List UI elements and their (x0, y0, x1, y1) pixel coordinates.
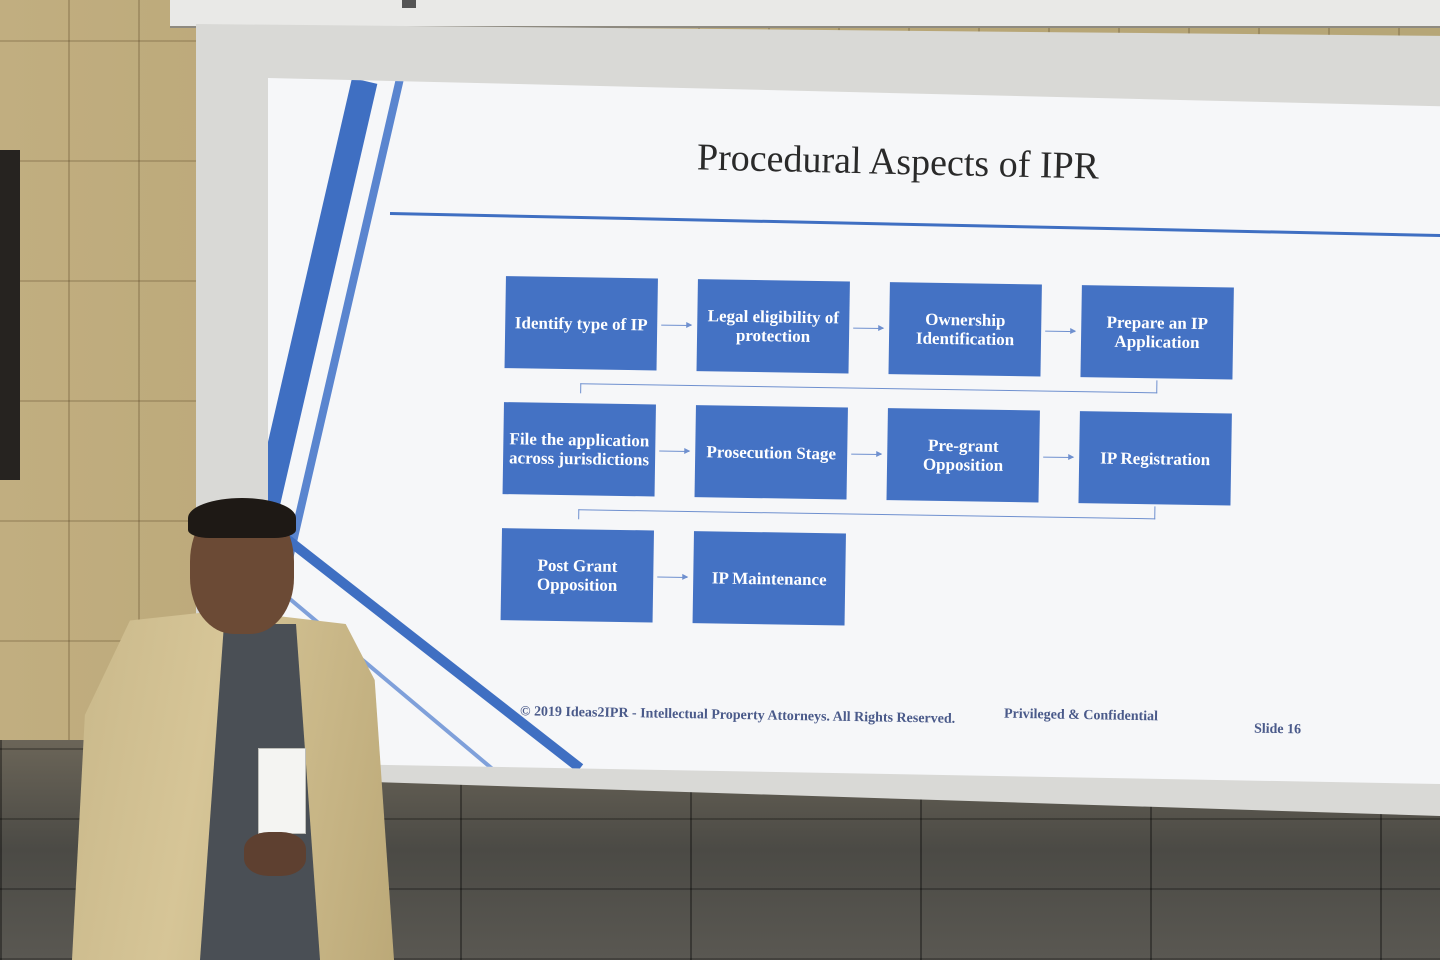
flow-step-box: Prosecution Stage (694, 405, 848, 500)
slide-title: Procedural Aspects of IPR (696, 136, 1100, 188)
presentation-slide: Procedural Aspects of IPR Identify type … (268, 78, 1440, 784)
slide-footer-copyright: © 2019 Ideas2IPR - Intellectual Property… (519, 704, 956, 727)
flow-step-box: Legal eligibility of protection (696, 279, 850, 374)
row-connector-arrow (578, 509, 580, 520)
row-connector (578, 497, 1156, 520)
flow-arrow (661, 324, 692, 327)
screen-housing-tab (402, 0, 416, 8)
title-underline (389, 212, 1440, 238)
row-connector-arrow (580, 383, 582, 394)
speaker-hair (188, 498, 296, 538)
flow-arrow (657, 576, 688, 579)
flow-step-box: Identify type of IP (504, 276, 658, 371)
flow-arrow (1045, 330, 1076, 333)
flow-step-box: Pre-grant Opposition (886, 408, 1040, 503)
flow-step-box: Prepare an IP Application (1080, 285, 1234, 380)
wall-display-edge (0, 150, 20, 480)
name-badge (258, 748, 306, 834)
slide-footer-confidential: Privileged & Confidential (1003, 706, 1159, 725)
flow-arrow (1043, 456, 1074, 459)
flow-step-box: IP Maintenance (692, 531, 846, 626)
flow-arrow (659, 450, 690, 453)
flow-arrow (853, 327, 884, 330)
flow-step-box: File the application across jurisdiction… (502, 402, 656, 497)
flow-step-box: Post Grant Opposition (500, 528, 654, 623)
flow-arrow (851, 453, 882, 456)
speaker-hand (244, 832, 306, 876)
flow-step-box: IP Registration (1078, 411, 1232, 506)
process-flowchart: Identify type of IP Legal eligibility of… (492, 274, 1258, 666)
flow-step-box: Ownership Identification (888, 282, 1042, 377)
slide-number: Slide 16 (1253, 721, 1302, 738)
projector-screen-housing (170, 0, 1440, 28)
row-connector (580, 371, 1158, 394)
